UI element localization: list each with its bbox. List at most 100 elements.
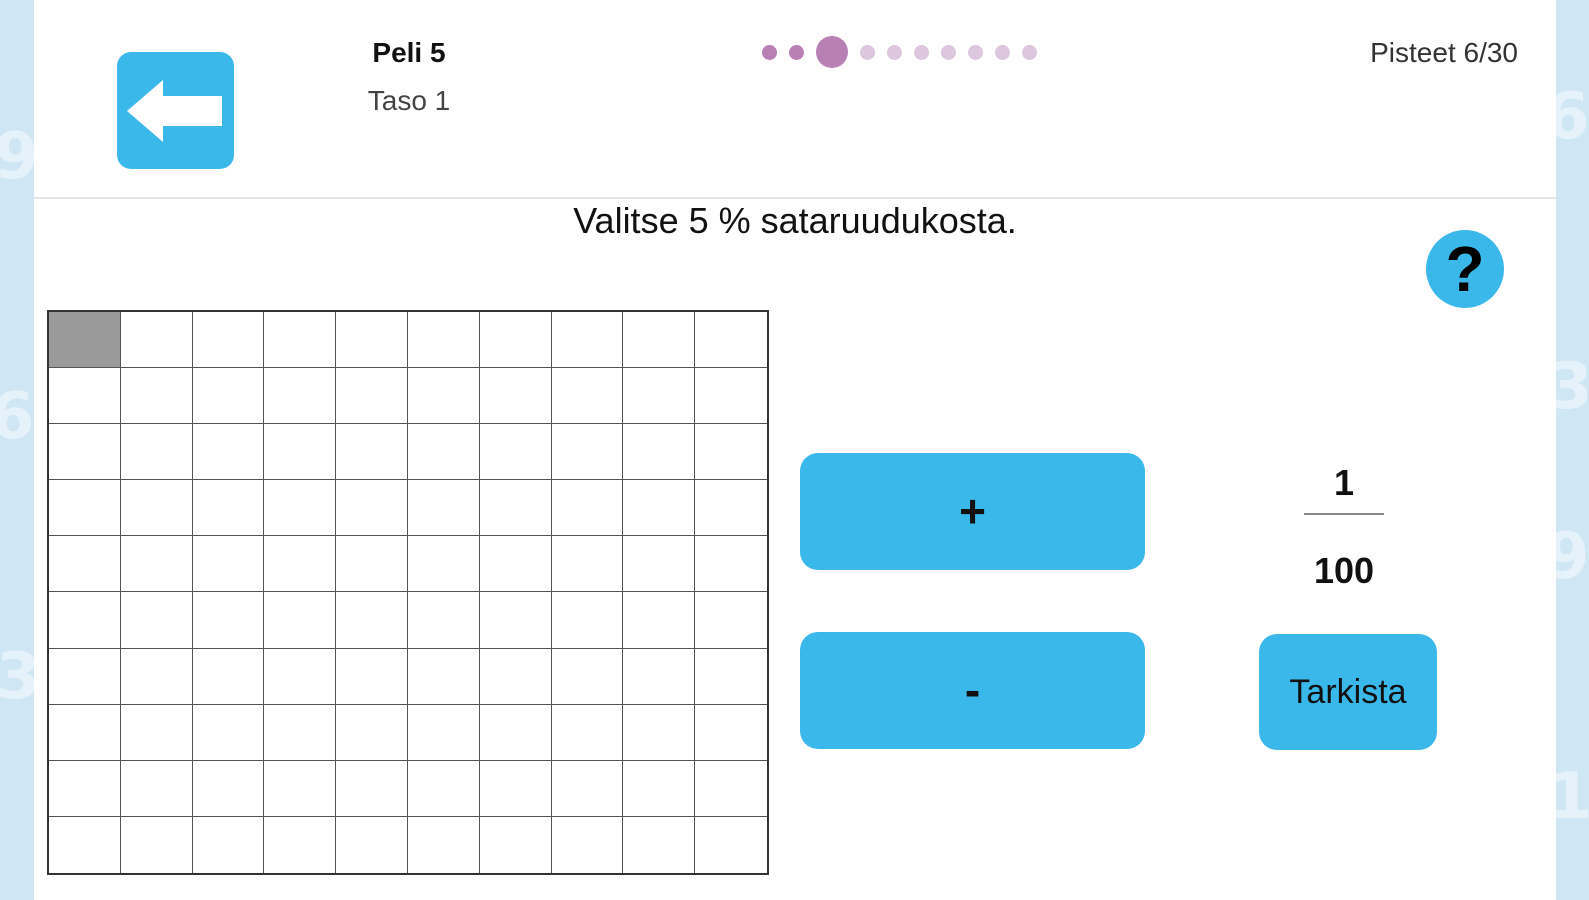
grid-cell[interactable] (479, 480, 552, 537)
grid-cell[interactable] (49, 704, 121, 761)
grid-cell[interactable] (551, 424, 624, 481)
grid-cell[interactable] (336, 480, 408, 537)
grid-cell[interactable] (192, 480, 265, 537)
grid-cell[interactable] (121, 816, 193, 873)
check-button[interactable]: Tarkista (1259, 634, 1437, 750)
grid-cell[interactable] (120, 312, 193, 369)
grid-cell[interactable] (408, 536, 480, 593)
grid-cell[interactable] (695, 649, 767, 705)
grid-cell[interactable] (695, 705, 767, 761)
grid-cell[interactable] (552, 816, 624, 873)
grid-cell[interactable] (479, 368, 552, 425)
grid-cell[interactable] (49, 648, 121, 705)
grid-cell[interactable] (336, 704, 408, 761)
grid-cell[interactable] (623, 704, 696, 761)
grid-cell[interactable] (264, 816, 337, 873)
grid-cell[interactable] (408, 368, 480, 425)
grid-cell[interactable] (336, 536, 408, 593)
grid-cell[interactable] (408, 424, 480, 481)
grid-cell[interactable] (623, 760, 696, 817)
grid-cell[interactable] (264, 536, 337, 593)
grid-cell[interactable] (695, 761, 767, 817)
grid-cell[interactable] (120, 424, 193, 481)
grid-cell[interactable] (408, 704, 480, 761)
minus-button[interactable]: - (800, 632, 1145, 749)
grid-cell[interactable] (336, 368, 408, 425)
grid-cell[interactable] (695, 592, 767, 649)
grid-cell[interactable] (336, 424, 408, 481)
grid-cell[interactable] (336, 312, 408, 369)
grid-cell[interactable] (623, 816, 696, 873)
grid-cell[interactable] (695, 480, 767, 537)
grid-cell[interactable] (120, 760, 193, 817)
grid-cell[interactable] (695, 536, 767, 593)
grid-cell[interactable] (695, 817, 767, 873)
grid-cell[interactable] (408, 312, 480, 369)
grid-cell[interactable] (49, 368, 121, 425)
grid-cell[interactable] (264, 312, 337, 369)
grid-cell[interactable] (479, 648, 552, 705)
grid-cell[interactable] (551, 648, 624, 705)
grid-cell[interactable] (623, 312, 696, 369)
grid-cell[interactable] (49, 760, 121, 817)
help-button[interactable]: ? (1426, 230, 1504, 308)
back-button[interactable] (117, 52, 234, 169)
grid-cell[interactable] (192, 424, 265, 481)
grid-cell[interactable] (623, 480, 696, 537)
grid-cell[interactable] (695, 424, 767, 481)
grid-cell[interactable] (695, 312, 767, 369)
grid-cell[interactable] (408, 648, 480, 705)
grid-cell[interactable] (551, 312, 624, 369)
grid-cell[interactable] (49, 592, 121, 649)
grid-cell[interactable] (120, 704, 193, 761)
grid-cell[interactable] (480, 816, 552, 873)
grid-cell[interactable] (120, 536, 193, 593)
grid-cell[interactable] (120, 648, 193, 705)
grid-cell[interactable] (479, 536, 552, 593)
grid-cell[interactable] (192, 760, 265, 817)
grid-cell[interactable] (192, 536, 265, 593)
grid-cell[interactable] (192, 312, 265, 369)
grid-cell[interactable] (551, 480, 624, 537)
grid-cell[interactable] (479, 760, 552, 817)
grid-cell[interactable] (264, 648, 337, 705)
grid-cell-selected[interactable] (49, 312, 121, 369)
grid-cell[interactable] (336, 760, 408, 817)
grid-cell[interactable] (264, 760, 337, 817)
grid-cell[interactable] (193, 816, 265, 873)
grid-cell[interactable] (695, 368, 767, 425)
grid-cell[interactable] (551, 760, 624, 817)
grid-cell[interactable] (192, 368, 265, 425)
grid-cell[interactable] (623, 648, 696, 705)
grid-cell[interactable] (120, 592, 193, 649)
grid-cell[interactable] (192, 704, 265, 761)
grid-cell[interactable] (264, 368, 337, 425)
grid-cell[interactable] (479, 704, 552, 761)
grid-cell[interactable] (623, 368, 696, 425)
grid-cell[interactable] (551, 536, 624, 593)
grid-cell[interactable] (264, 592, 337, 649)
grid-cell[interactable] (336, 592, 408, 649)
grid-cell[interactable] (192, 592, 265, 649)
grid-cell[interactable] (408, 760, 480, 817)
plus-button[interactable]: + (800, 453, 1145, 570)
grid-cell[interactable] (264, 424, 337, 481)
grid-cell[interactable] (408, 816, 480, 873)
grid-cell[interactable] (120, 480, 193, 537)
grid-cell[interactable] (192, 648, 265, 705)
grid-cell[interactable] (49, 424, 121, 481)
grid-cell[interactable] (408, 480, 480, 537)
grid-cell[interactable] (336, 648, 408, 705)
grid-cell[interactable] (623, 592, 696, 649)
grid-cell[interactable] (551, 592, 624, 649)
grid-cell[interactable] (264, 704, 337, 761)
grid-cell[interactable] (120, 368, 193, 425)
grid-cell[interactable] (479, 592, 552, 649)
grid-cell[interactable] (551, 704, 624, 761)
grid-cell[interactable] (49, 536, 121, 593)
grid-cell[interactable] (479, 424, 552, 481)
grid-cell[interactable] (408, 592, 480, 649)
grid-cell[interactable] (479, 312, 552, 369)
grid-cell[interactable] (551, 368, 624, 425)
grid-cell[interactable] (264, 480, 337, 537)
